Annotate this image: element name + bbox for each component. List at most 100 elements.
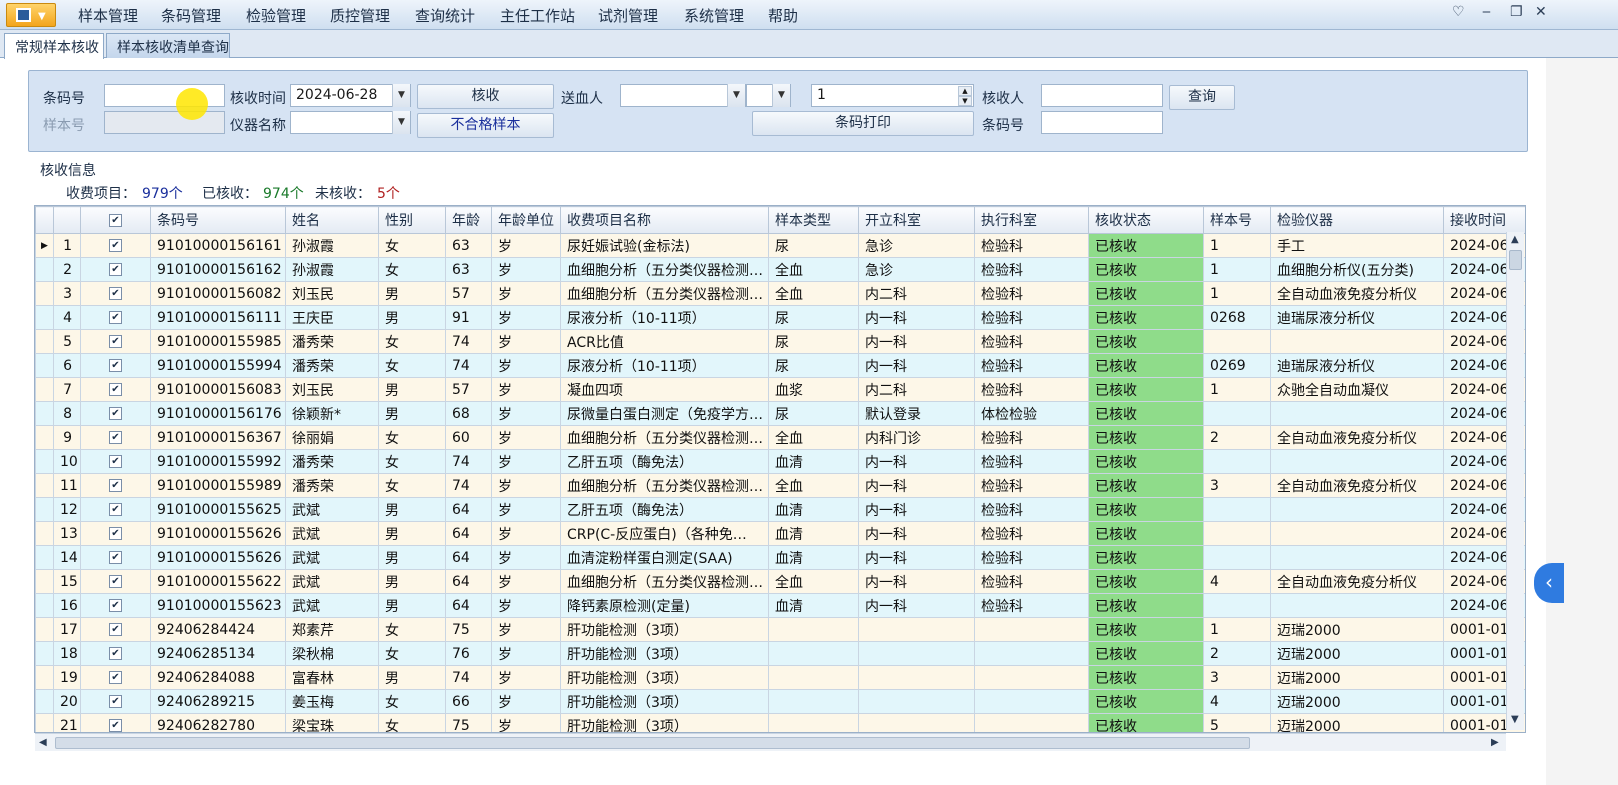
checkbox-icon[interactable]: ✔ — [109, 407, 122, 420]
row-checkbox-cell[interactable]: ✔ — [80, 545, 151, 570]
receive-time-picker[interactable]: 2024-06-28 ▼ — [290, 84, 411, 107]
header-col[interactable]: 检验仪器 — [1270, 206, 1444, 234]
checkbox-icon[interactable]: ✔ — [109, 213, 122, 227]
close-icon[interactable]: ✕ — [1535, 4, 1547, 20]
menu-barcode[interactable]: 条码管理 — [161, 5, 221, 26]
side-panel-toggle-icon[interactable]: ‹ — [1534, 563, 1564, 603]
chevron-down-icon[interactable]: ▼ — [727, 84, 745, 107]
row-checkbox-cell[interactable]: ✔ — [80, 233, 151, 258]
row-checkbox-cell[interactable]: ✔ — [80, 689, 151, 714]
header-col[interactable]: 接收时间 — [1443, 206, 1525, 234]
instrument-select[interactable]: ▼ — [290, 111, 411, 134]
horizontal-scrollbar[interactable]: ◀ ▶ — [35, 733, 1506, 751]
checkbox-icon[interactable]: ✔ — [109, 263, 122, 276]
row-checkbox-cell[interactable]: ✔ — [80, 713, 151, 732]
menu-sample[interactable]: 样本管理 — [78, 5, 138, 26]
scroll-left-icon[interactable]: ◀ — [39, 737, 47, 748]
checkbox-icon[interactable]: ✔ — [109, 575, 122, 588]
checkbox-icon[interactable]: ✔ — [109, 335, 122, 348]
query-button[interactable]: 查询 — [1169, 85, 1235, 110]
sender-select[interactable]: ▼ — [620, 84, 746, 107]
checkbox-icon[interactable]: ✔ — [109, 719, 122, 732]
chevron-down-icon[interactable]: ▼ — [392, 84, 410, 107]
checkbox-icon[interactable]: ✔ — [109, 647, 122, 660]
row-checkbox-cell[interactable]: ✔ — [80, 593, 151, 618]
table-row[interactable]: 8 ✔ 91010000156176 徐颖新* 男 68 岁尿微量白蛋白测定（免疫学方… 尿默… — [35, 401, 1525, 426]
row-checkbox-cell[interactable]: ✔ — [80, 257, 151, 282]
checkbox-icon[interactable]: ✔ — [109, 599, 122, 612]
checkbox-icon[interactable]: ✔ — [109, 479, 122, 492]
row-checkbox-cell[interactable]: ✔ — [80, 401, 151, 426]
menu-qc[interactable]: 质控管理 — [330, 5, 390, 26]
chevron-down-icon[interactable]: ▼ — [772, 84, 790, 107]
scroll-thumb[interactable] — [1509, 250, 1522, 270]
scroll-up-icon[interactable]: ▲ — [1511, 234, 1519, 245]
row-checkbox-cell[interactable]: ✔ — [80, 377, 151, 402]
scroll-right-icon[interactable]: ▶ — [1491, 737, 1499, 748]
table-row[interactable]: 18 ✔ 92406285134 梁秋棉女 76 岁肝功能检测（3项） 已核收 2 迈瑞2000… — [35, 641, 1525, 666]
header-col[interactable]: 年龄 — [445, 206, 492, 234]
spin-down-icon[interactable]: ▼ — [958, 96, 972, 106]
unqualified-sample-button[interactable]: 不合格样本 — [417, 113, 554, 138]
row-checkbox-cell[interactable]: ✔ — [80, 641, 151, 666]
row-checkbox-cell[interactable]: ✔ — [80, 329, 151, 354]
chevron-down-icon[interactable]: ▼ — [392, 111, 410, 134]
table-row[interactable]: 10 ✔ 91010000155992 潘秀荣女 74 岁乙肝五项（酶免法） 血清 内一科 检验… — [35, 449, 1525, 474]
barcode-print-button[interactable]: 条码打印 — [752, 111, 974, 136]
checkbox-icon[interactable]: ✔ — [109, 431, 122, 444]
header-col[interactable]: 核收状态 — [1088, 206, 1204, 234]
table-row[interactable]: 3 ✔ 91010000156082 刘玉民男 57 岁血细胞分析（五分类仪器检测… 全血内… — [35, 281, 1525, 306]
table-row[interactable]: ▶ 1 ✔ 91010000156161 孙淑霞女 63 岁尿妊娠试验(金标法) 尿急诊 检验科… — [35, 233, 1525, 258]
header-col[interactable]: 执行科室 — [974, 206, 1089, 234]
checkbox-icon[interactable]: ✔ — [109, 287, 122, 300]
table-row[interactable]: 14 ✔ 91010000155626 武斌男 64 岁血清淀粉样蛋白测定(SAA) 血清内… — [35, 545, 1525, 570]
checkbox-icon[interactable]: ✔ — [109, 455, 122, 468]
sender-sub-select[interactable]: ▼ — [746, 84, 791, 107]
header-col[interactable]: 样本号 — [1203, 206, 1271, 234]
checkbox-icon[interactable]: ✔ — [109, 383, 122, 396]
scroll-thumb[interactable] — [55, 737, 1250, 749]
row-checkbox-cell[interactable]: ✔ — [80, 665, 151, 690]
checkbox-icon[interactable]: ✔ — [109, 527, 122, 540]
row-checkbox-cell[interactable]: ✔ — [80, 521, 151, 546]
header-col[interactable]: 条码号 — [150, 206, 286, 234]
scroll-down-icon[interactable]: ▼ — [1511, 714, 1519, 725]
row-checkbox-cell[interactable]: ✔ — [80, 569, 151, 594]
header-col[interactable]: 姓名 — [285, 206, 379, 234]
checkbox-icon[interactable]: ✔ — [109, 359, 122, 372]
restore-icon[interactable]: ❐ — [1510, 4, 1523, 20]
quantity-stepper[interactable]: 1 ▲ ▼ — [811, 84, 974, 107]
row-checkbox-cell[interactable]: ✔ — [80, 449, 151, 474]
tab-receive-list-query[interactable]: 样本核收清单查询 — [106, 33, 230, 58]
row-checkbox-cell[interactable]: ✔ — [80, 305, 151, 330]
table-row[interactable]: 11 ✔ 91010000155989 潘秀荣女 74 岁血细胞分析（五分类仪器检测… 全血… — [35, 473, 1525, 498]
table-row[interactable]: 20 ✔ 92406289215 姜玉梅女 66 岁肝功能检测（3项） 已核收 4 迈瑞2000… — [35, 689, 1525, 714]
minimize-icon[interactable]: ‒ — [1482, 4, 1491, 20]
tab-routine-receive[interactable]: 常规样本核收 — [4, 33, 104, 59]
menu-reagent[interactable]: 试剂管理 — [598, 5, 658, 26]
checkbox-icon[interactable]: ✔ — [109, 239, 122, 252]
header-col[interactable]: 样本类型 — [768, 206, 859, 234]
table-row[interactable]: 19 ✔ 92406284088 富春林男 74 岁肝功能检测（3项） 已核收 3 迈瑞2000… — [35, 665, 1525, 690]
checkbox-icon[interactable]: ✔ — [109, 503, 122, 516]
table-row[interactable]: 4 ✔ 91010000156111 王庆臣男 91 岁尿液分析（10-11项）尿内一科检… — [35, 305, 1525, 330]
receiver-input[interactable] — [1041, 84, 1163, 107]
table-row[interactable]: 9 ✔ 91010000156367 徐丽娟女 60 岁血细胞分析（五分类仪器检测… 全血内… — [35, 425, 1525, 450]
row-checkbox-cell[interactable]: ✔ — [80, 497, 151, 522]
ribbon-collapse-icon[interactable]: ♡ — [1452, 4, 1465, 20]
header-select-all[interactable]: ✔ — [80, 206, 151, 234]
table-row[interactable]: 6 ✔ 91010000155994 潘秀荣女 74 岁尿液分析（10-11项）尿内一科检… — [35, 353, 1525, 378]
table-row[interactable]: 5 ✔ 91010000155985 潘秀荣女 74 岁 ACR比值尿内一科 检验科 已核收 20… — [35, 329, 1525, 354]
table-row[interactable]: 21 ✔ 92406282780 梁宝珠女 75 岁肝功能检测（3项） 已核收 5 迈瑞2000… — [35, 713, 1525, 732]
checkbox-icon[interactable]: ✔ — [109, 695, 122, 708]
checkbox-icon[interactable]: ✔ — [109, 551, 122, 564]
app-menu-button[interactable]: ▼ — [6, 3, 56, 27]
table-row[interactable]: 12 ✔ 91010000155625 武斌男 64 岁乙肝五项（酶免法） 血清 内一科 检验科… — [35, 497, 1525, 522]
menu-help[interactable]: 帮助 — [768, 5, 798, 26]
menu-inspection[interactable]: 检验管理 — [246, 5, 306, 26]
table-row[interactable]: 15 ✔ 91010000155622 武斌男 64 岁血细胞分析（五分类仪器检测… 全血内… — [35, 569, 1525, 594]
checkbox-icon[interactable]: ✔ — [109, 311, 122, 324]
table-row[interactable]: 2 ✔ 91010000156162 孙淑霞女 63 岁血细胞分析（五分类仪器检测… 全血急… — [35, 257, 1525, 282]
row-checkbox-cell[interactable]: ✔ — [80, 425, 151, 450]
header-col[interactable]: 开立科室 — [858, 206, 975, 234]
